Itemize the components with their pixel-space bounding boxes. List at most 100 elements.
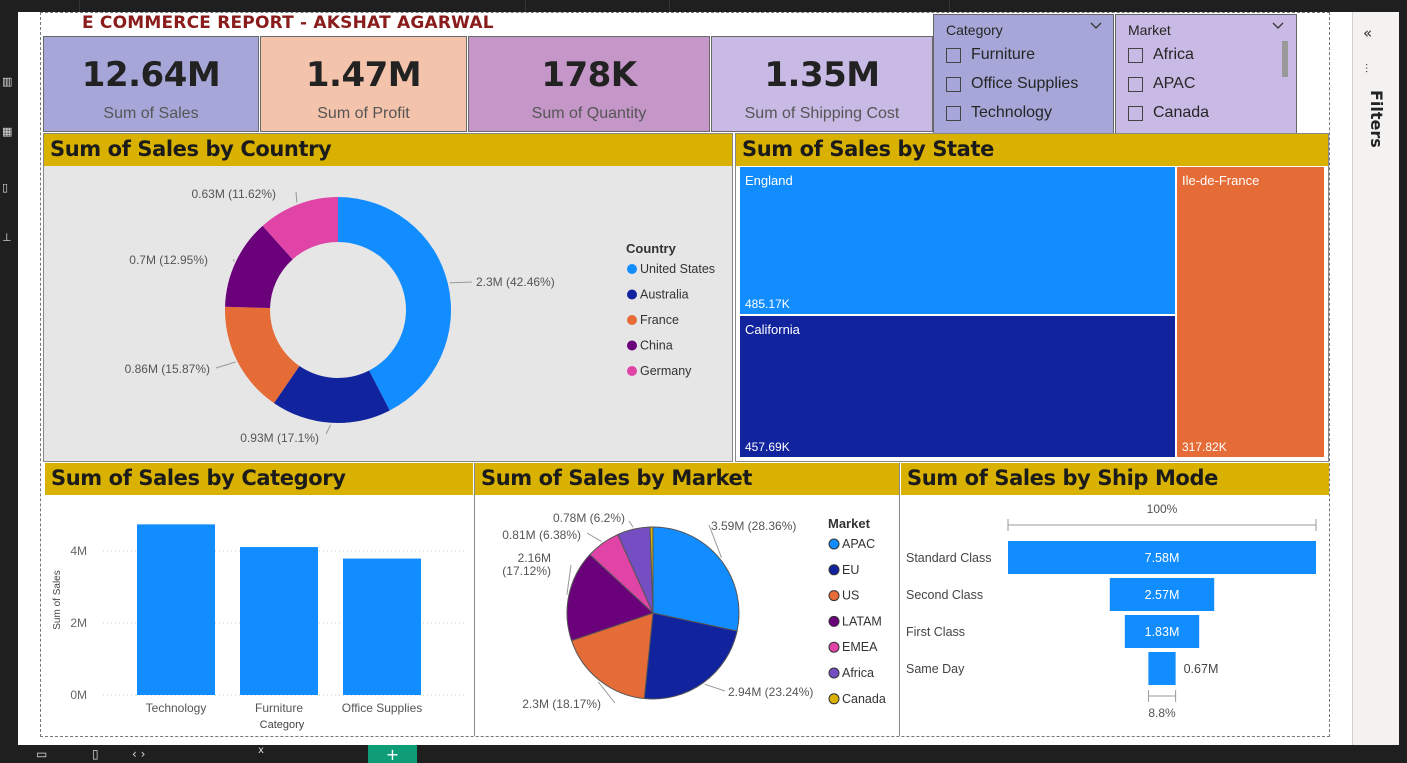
- table-view-icon[interactable]: ▦: [2, 126, 12, 138]
- slicer-scrollbar[interactable]: [1282, 41, 1288, 77]
- slicer-item-label: Africa: [1153, 46, 1194, 63]
- data-label-france: 0.86M (15.87%): [125, 362, 210, 376]
- page-nav-arrows-icon[interactable]: ‹ ›: [132, 745, 172, 763]
- category-bar-chart: 0M 2M 4M Technology Furniture Office Supplies…: [52, 524, 465, 731]
- checkbox[interactable]: [1128, 76, 1143, 92]
- legend-item-germany: Germany: [640, 364, 692, 378]
- market-slicer[interactable]: Market Africa APAC Canada: [1115, 14, 1297, 134]
- checkbox[interactable]: [946, 47, 961, 63]
- slicer-item-label: Technology: [971, 104, 1052, 121]
- dax-view-icon[interactable]: ⊥: [2, 232, 12, 244]
- country-donut-panel[interactable]: Sum of Sales by Country 2.3M (42.46%) 0.9…: [43, 133, 733, 462]
- legend-title: Country: [626, 241, 677, 256]
- slicer-item-label: Office Supplies: [971, 75, 1079, 92]
- legend-marker-latam: [828, 615, 840, 627]
- shipmode-funnel-chart: 100% Standard Class 7.58M Second Class 2.57M…: [906, 502, 1317, 720]
- leader-line: [215, 361, 236, 369]
- checkbox[interactable]: [1128, 105, 1143, 121]
- slicer-item-label: Furniture: [971, 46, 1036, 63]
- slicer-item-technology[interactable]: Technology: [946, 104, 1052, 122]
- kpi-card-shipping-cost[interactable]: 1.35M Sum of Shipping Cost: [711, 36, 933, 132]
- treemap-value-england: 485.17K: [745, 297, 790, 311]
- y-axis-label: Sum of Sales: [52, 570, 63, 629]
- country-donut-chart: 2.3M (42.46%) 0.93M (17.1%) 0.86M (15.87%)…: [125, 187, 715, 445]
- y-tick-label: 4M: [70, 544, 87, 558]
- slicer-header: Market: [1128, 22, 1171, 38]
- checkbox[interactable]: [946, 76, 961, 92]
- legend-marker-africa: [828, 667, 840, 679]
- page-tabs-bar: ▭ ▯ ‹ › x +: [0, 745, 1407, 763]
- legend-marker-germany: [627, 366, 637, 376]
- data-label-australia: 0.93M (17.1%): [240, 431, 319, 445]
- slicer-item-apac[interactable]: APAC: [1128, 75, 1195, 93]
- state-treemap-chart: England 485.17K California 457.69K Ile-de-Fr…: [740, 167, 1324, 457]
- checkbox[interactable]: [1128, 47, 1143, 63]
- leader-line: [704, 683, 726, 692]
- x-tick-label: Office Supplies: [342, 701, 423, 715]
- mobile-view-icon[interactable]: ▯: [92, 745, 108, 763]
- legend-marker-united-states: [627, 264, 637, 274]
- model-view-icon[interactable]: ▯: [2, 182, 12, 194]
- data-label-china: 0.7M (12.95%): [129, 253, 208, 267]
- legend-marker-apac: [828, 538, 840, 550]
- state-treemap-panel[interactable]: Sum of Sales by State England 485.17K Cali…: [735, 133, 1329, 462]
- treemap-label-ile-de-france: Ile-de-France: [1182, 173, 1259, 188]
- chevron-down-icon[interactable]: [1090, 19, 1102, 34]
- slicer-item-label: APAC: [1153, 75, 1196, 92]
- legend-item-united-states: United States: [640, 262, 715, 276]
- legend-marker-australia: [627, 289, 637, 300]
- page-view-icon[interactable]: ▭: [36, 745, 56, 763]
- funnel-top-percent: 100%: [1147, 502, 1178, 516]
- treemap-tile-california: [740, 316, 1175, 457]
- legend-item-canada: Canada: [842, 692, 886, 706]
- data-label-us: 2.3M (18.17%): [522, 697, 601, 711]
- category-bar-panel[interactable]: Sum of Sales by Category 0M 2M 4M Technolog…: [45, 463, 473, 736]
- y-tick-label: 2M: [70, 616, 87, 630]
- leader-line: [628, 520, 634, 528]
- checkbox[interactable]: [946, 105, 961, 121]
- slicer-item-label: Canada: [1153, 104, 1210, 121]
- slicer-item-canada[interactable]: Canada: [1128, 104, 1209, 122]
- collapse-icon[interactable]: «: [1363, 24, 1372, 42]
- filters-pane[interactable]: « ⫶ Filters: [1352, 12, 1407, 745]
- top-strip-segment: [80, 0, 526, 12]
- filter-options-icon[interactable]: ⫶: [1365, 62, 1368, 77]
- data-label-apac: 3.59M (28.36%): [711, 519, 796, 533]
- chevron-down-icon[interactable]: [1272, 19, 1284, 34]
- report-view-icon[interactable]: ▥: [2, 76, 12, 88]
- leader-line: [586, 532, 602, 542]
- funnel-category-label: First Class: [906, 625, 965, 639]
- pane-edge: [1399, 12, 1407, 745]
- market-pie-panel[interactable]: Sum of Sales by Market 3.59M (28.36%) 2.9…: [474, 463, 900, 736]
- kpi-label: Sum of Shipping Cost: [744, 105, 900, 122]
- close-tab-icon[interactable]: x: [258, 742, 264, 760]
- add-page-button[interactable]: +: [368, 745, 417, 763]
- slicer-item-office-supplies[interactable]: Office Supplies: [946, 75, 1078, 93]
- legend-marker-eu: [828, 564, 840, 576]
- top-strip-segment: [670, 0, 950, 12]
- bar-furniture: [240, 547, 318, 695]
- treemap-label-england: England: [745, 173, 793, 188]
- slicer-item-africa[interactable]: Africa: [1128, 46, 1194, 64]
- shipmode-funnel-panel[interactable]: Sum of Sales by Ship Mode 100% Standard C…: [901, 463, 1329, 736]
- data-label-eu: 2.94M (23.24%): [728, 685, 813, 699]
- leader-line: [449, 281, 473, 284]
- bar-office-supplies: [343, 558, 421, 695]
- kpi-card-quantity[interactable]: 178K Sum of Quantity: [468, 36, 710, 132]
- y-tick-label: 0M: [70, 688, 87, 702]
- slicer-item-furniture[interactable]: Furniture: [946, 46, 1035, 64]
- funnel-category-label: Standard Class: [906, 551, 991, 565]
- legend-item-us: US: [842, 589, 859, 603]
- kpi-card-sales[interactable]: 12.64M Sum of Sales: [43, 36, 259, 132]
- legend-item-eu: EU: [842, 563, 859, 577]
- kpi-label: Sum of Sales: [103, 105, 199, 122]
- treemap-tile-ile-de-france: [1177, 167, 1324, 457]
- funnel-value-label: 0.67M: [1184, 662, 1219, 676]
- legend-title: Market: [828, 516, 871, 531]
- kpi-card-profit[interactable]: 1.47M Sum of Profit: [260, 36, 467, 132]
- treemap-value-ile-de-france: 317.82K: [1182, 440, 1227, 454]
- legend-item-latam: LATAM: [842, 614, 882, 628]
- filters-label[interactable]: Filters: [1367, 90, 1386, 148]
- category-slicer[interactable]: Category Furniture Office Supplies Techn…: [933, 14, 1114, 134]
- x-axis-label: Category: [260, 719, 305, 731]
